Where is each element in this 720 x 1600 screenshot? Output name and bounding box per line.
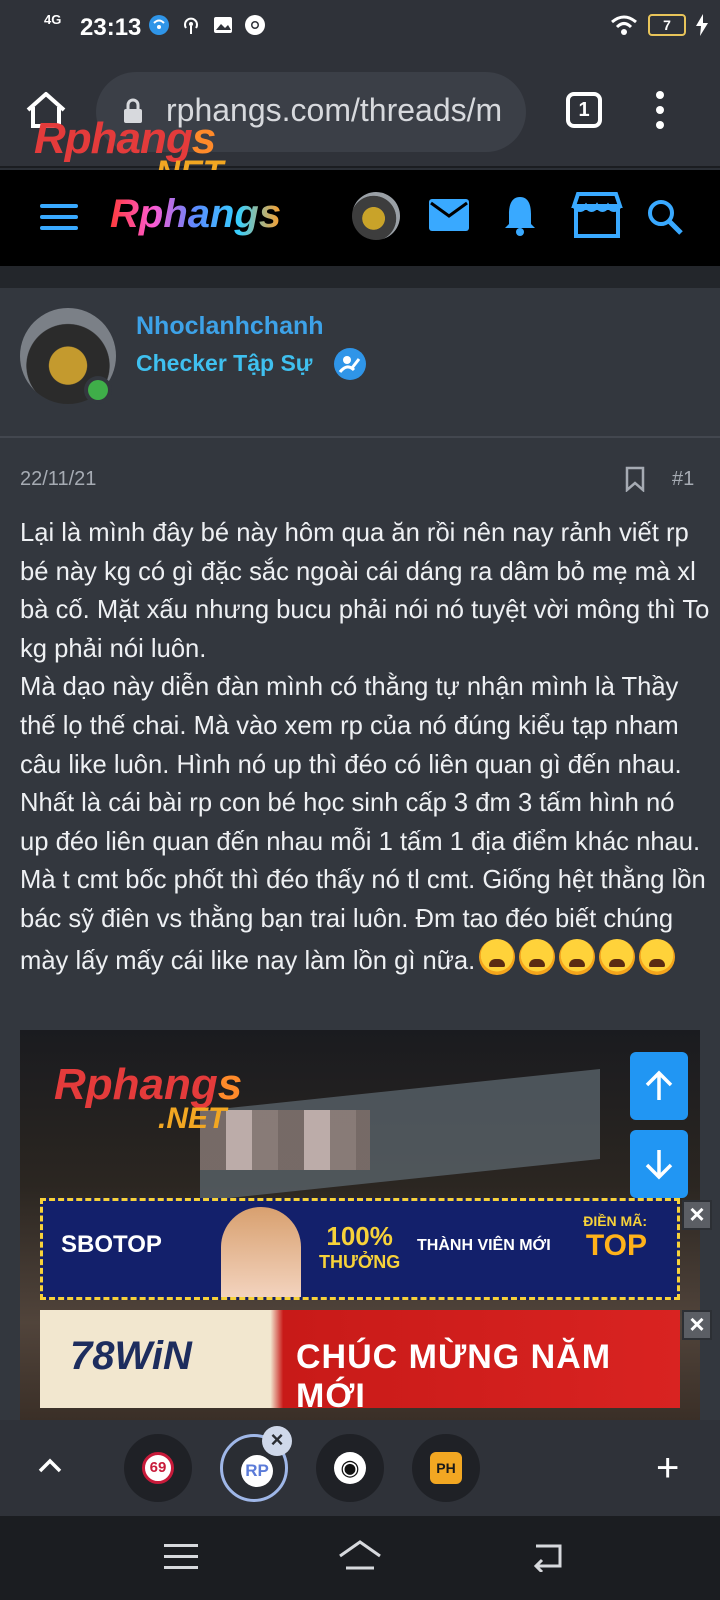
nav-home-icon[interactable] (336, 1538, 384, 1574)
url-text: rphangs.com/threads/m (166, 92, 503, 128)
close-tab-button[interactable]: × (262, 1426, 292, 1456)
banner-ad-sbotop[interactable]: SBOTOP 100% THƯỞNG THÀNH VIÊN MỚI ĐIỀN MÃ… (40, 1198, 680, 1300)
tab-chip-4[interactable]: PH (412, 1434, 480, 1502)
arrow-down-icon (645, 1150, 673, 1180)
post-paragraph: Lại là mình đây bé này hôm qua ăn rồi nê… (20, 519, 710, 663)
post-body: Lại là mình đây bé này hôm qua ăn rồi nê… (20, 514, 710, 980)
ad-brand: 78WiN (70, 1334, 192, 1378)
ad-close-button[interactable]: × (682, 1310, 712, 1340)
site-favicon: ◉ (334, 1452, 366, 1484)
image-icon (214, 17, 232, 33)
site-favicon: 69 (142, 1452, 174, 1484)
chrome-icon (245, 15, 265, 35)
site-favicon: PH (430, 1452, 462, 1484)
new-tab-button[interactable]: + (656, 1448, 679, 1488)
bell-icon[interactable] (502, 194, 538, 236)
bookmark-icon[interactable] (624, 466, 646, 492)
wifi-icon (611, 15, 637, 35)
battery-indicator: 7 (648, 14, 686, 36)
user-badge-icon (334, 348, 366, 380)
scroll-top-button[interactable] (630, 1052, 688, 1120)
browser-toolbar: rphangs.com/threads/m 1 Rphangs .NET (0, 56, 720, 192)
weary-face-icon (639, 938, 676, 975)
system-icons: 7 (610, 14, 708, 36)
chevron-up-icon[interactable] (36, 1452, 64, 1480)
ad-brand: SBOTOP (61, 1231, 162, 1258)
site-logo[interactable]: Rphangs (110, 192, 281, 237)
network-indicator: 4G (44, 12, 62, 27)
online-status-icon (84, 376, 112, 404)
tab-chip-3[interactable]: ◉ (316, 1434, 384, 1502)
weary-face-icon (599, 938, 636, 975)
weary-face-icon (519, 938, 556, 975)
account-avatar[interactable] (352, 192, 400, 240)
image-watermark-net: .NET (158, 1102, 227, 1135)
ad-close-button[interactable]: × (682, 1200, 712, 1230)
post-author-block: Nhoclanhchanh Checker Tập Sự (0, 288, 720, 438)
header-spacer (0, 266, 720, 288)
wifi-calling-icon (149, 15, 169, 35)
emoji-row (479, 938, 676, 975)
weary-face-icon (479, 938, 516, 975)
ad-tagline: THÀNH VIÊN MỚI (417, 1237, 551, 1254)
hotspot-icon (184, 17, 198, 34)
site-header: Rphangs (0, 170, 720, 266)
search-icon[interactable] (646, 198, 684, 236)
ad-code: ĐIỀN MÃ: TOP (583, 1213, 647, 1262)
post-number[interactable]: #1 (672, 468, 694, 491)
status-time: 23:13 (80, 14, 142, 41)
post-date[interactable]: 22/11/21 (20, 468, 96, 491)
tab-group-bar: 69 RP × ◉ PH + (0, 1420, 720, 1516)
author-username[interactable]: Nhoclanhchanh (136, 312, 324, 341)
recent-apps-icon[interactable] (164, 1544, 198, 1570)
back-icon[interactable] (530, 1540, 566, 1572)
menu-icon[interactable] (40, 204, 78, 234)
mail-icon[interactable] (428, 198, 470, 232)
ad-bonus: 100% THƯỞNG (319, 1221, 401, 1272)
ad-headline: CHÚC MỪNG NĂM MỚI (296, 1338, 612, 1415)
author-title: Checker Tập Sự (136, 350, 313, 376)
charging-icon (696, 14, 708, 36)
banner-ad-78win[interactable]: 78WiN CHÚC MỪNG NĂM MỚI (40, 1310, 680, 1415)
scroll-bottom-button[interactable] (630, 1130, 688, 1198)
arrow-up-icon (645, 1070, 673, 1100)
store-icon[interactable] (570, 192, 624, 238)
tab-chip-1[interactable]: 69 (124, 1434, 192, 1502)
notification-icons (148, 14, 266, 36)
status-bar: 4G 23:13 7 (0, 0, 720, 56)
system-navigation-bar (0, 1516, 720, 1600)
site-favicon: RP (241, 1455, 273, 1487)
more-options-icon[interactable] (654, 90, 666, 130)
post-paragraph: Mà dạo này diễn đàn mình có thằng tự nhậ… (20, 673, 706, 975)
ad-model-image (221, 1207, 301, 1297)
tab-switcher-button[interactable]: 1 (566, 92, 602, 128)
weary-face-icon (559, 938, 596, 975)
